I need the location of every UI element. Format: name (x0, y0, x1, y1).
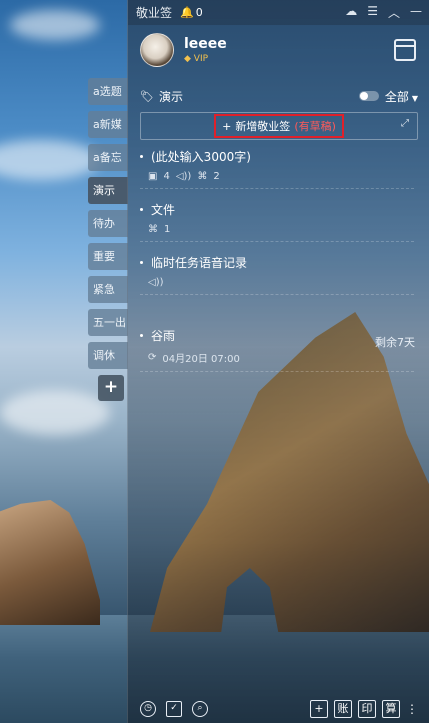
attachment-icon: ⌘ (148, 224, 158, 235)
menu-icon[interactable]: ☰ (367, 4, 378, 21)
expand-icon[interactable]: ⤢ (401, 118, 409, 129)
app-title: 敬业签 (136, 6, 173, 20)
bookmark-icon: 🏷 (140, 89, 154, 103)
main-panel: 敬业签 🔔 0 ☁ ☰ ︿ — leeee ◆ VIP 🏷 演示 全部 ▼ + 新… (127, 0, 429, 723)
audio-icon: ◁)) (148, 277, 164, 288)
minimize-icon[interactable]: — (410, 4, 422, 21)
tab-item-active[interactable]: 演示 (88, 177, 128, 204)
tab-item[interactable]: a备忘 (88, 144, 128, 171)
note-item[interactable]: 谷雨 ⟳ 04月20日 07:00 (140, 295, 414, 372)
user-header: leeee ◆ VIP (128, 25, 429, 75)
title-bar: 敬业签 🔔 0 ☁ ☰ ︿ — (128, 0, 429, 25)
note-item[interactable]: (此处输入3000字) ▣ 4 ◁)) ⌘ 2 (140, 140, 414, 189)
reminder-time: 04月20日 07:00 (162, 354, 240, 365)
audio-icon: ◁)) (175, 171, 192, 182)
notification-count: 0 (195, 6, 203, 19)
avatar[interactable] (140, 33, 174, 67)
tab-item[interactable]: a选题 (88, 78, 128, 105)
checklist-icon[interactable]: ✓ (166, 701, 182, 717)
note-item[interactable]: 文件 ⌘ 1 (140, 189, 414, 242)
clock-icon[interactable]: ◷ (140, 701, 156, 717)
attachment-icon: ⌘ (197, 171, 208, 182)
tab-item[interactable]: 待办 (88, 210, 128, 237)
note-title: 文件 (151, 203, 176, 217)
note-title: 谷雨 (151, 329, 176, 343)
vip-badge: ◆ VIP (184, 54, 209, 64)
new-note-bar[interactable]: + 新增敬业签 (有草稿) ⤢ (140, 112, 418, 140)
repeat-clock-icon: ⟳ (148, 352, 157, 363)
tab-item[interactable]: 紧急 (88, 276, 128, 303)
new-note-button[interactable]: + 新增敬业签 (有草稿) (214, 114, 344, 138)
note-item[interactable]: 临时任务语音记录 ◁)) (140, 242, 414, 295)
image-icon: ▣ (148, 171, 158, 182)
tab-item[interactable]: a新媒 (88, 111, 128, 138)
collapse-icon[interactable]: ︿ (388, 4, 400, 21)
calculator-button[interactable]: 算 (382, 700, 400, 718)
search-icon[interactable]: ⌕ (192, 701, 208, 717)
tab-item[interactable]: 重要 (88, 243, 128, 270)
bullet-icon (140, 261, 143, 264)
cloud-sync-icon[interactable]: ☁ (345, 4, 357, 21)
bell-icon[interactable]: 🔔 (180, 6, 194, 19)
tab-item[interactable]: 调休 (88, 342, 128, 369)
note-title: 临时任务语音记录 (151, 256, 248, 270)
chevron-down-icon: ▼ (411, 93, 418, 103)
username: leeee (184, 36, 227, 52)
category-tabs: a选题 a新媒 a备忘 演示 待办 重要 紧急 五一出 调休 + (88, 78, 128, 401)
current-tag: 演示 (158, 89, 183, 104)
more-icon[interactable]: ⋮ (406, 702, 418, 716)
show-toggle[interactable] (358, 91, 379, 101)
print-button[interactable]: 印 (358, 700, 376, 718)
draft-label: (有草稿) (294, 120, 336, 133)
image-count: 4 (163, 171, 170, 182)
attachment-count: 1 (164, 224, 171, 235)
bullet-icon (140, 334, 143, 337)
note-title: (此处输入3000字) (151, 150, 251, 164)
background-rock (0, 500, 100, 625)
diamond-icon: ◆ (184, 54, 191, 64)
bottom-toolbar: ◷ ✓ ⌕ + 账 印 算 ⋮ (128, 695, 429, 723)
add-button[interactable]: + (310, 700, 328, 718)
new-note-label: 新增敬业签 (235, 120, 291, 133)
filter-row: 🏷 演示 全部 ▼ (128, 87, 429, 105)
days-remaining: 剩余7天 (375, 336, 415, 349)
filter-all-select[interactable]: 全部 ▼ (385, 88, 418, 105)
bullet-icon (140, 155, 143, 158)
account-button[interactable]: 账 (334, 700, 352, 718)
tab-item[interactable]: 五一出 (88, 309, 128, 336)
attachment-count: 2 (213, 171, 220, 182)
bullet-icon (140, 208, 143, 211)
add-tab-button[interactable]: + (98, 375, 124, 401)
calendar-icon[interactable] (394, 39, 416, 61)
plus-icon: + (222, 119, 232, 133)
